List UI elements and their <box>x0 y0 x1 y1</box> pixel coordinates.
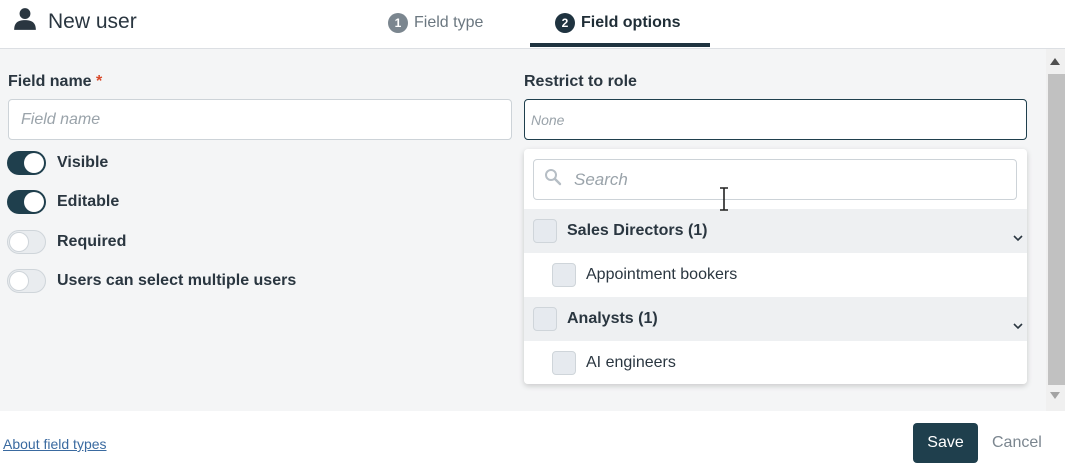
field-name-label: Field name * <box>8 73 102 91</box>
role-group-label: Sales Directors (1) <box>567 222 708 239</box>
editable-label: Editable <box>57 193 120 210</box>
field-name-placeholder: Field name <box>21 110 101 128</box>
chevron-down-icon[interactable] <box>1013 229 1023 247</box>
checkbox[interactable] <box>552 351 576 375</box>
about-field-types-link[interactable]: About field types <box>3 436 107 452</box>
visible-label: Visible <box>57 154 109 171</box>
user-icon <box>12 6 38 37</box>
save-button[interactable]: Save <box>913 423 978 463</box>
scrollbar-thumb[interactable] <box>1048 74 1065 385</box>
multiple-users-toggle-row[interactable]: Users can select multiple users <box>7 269 296 293</box>
role-group-analysts[interactable]: Analysts (1) <box>524 297 1027 341</box>
scroll-down-icon[interactable] <box>1050 392 1060 399</box>
header: New user 1 Field type 2 Field options <box>0 0 1065 49</box>
scroll-up-icon[interactable] <box>1050 58 1060 65</box>
tab-field-type[interactable]: 1 Field type <box>388 0 530 46</box>
checkbox[interactable] <box>552 263 576 287</box>
visible-toggle-row[interactable]: Visible <box>7 151 108 175</box>
role-group-label: Analysts (1) <box>567 310 658 327</box>
steps-nav: 1 Field type 2 Field options <box>388 0 710 49</box>
page-title: New user <box>48 9 137 33</box>
dropdown-search-placeholder: Search <box>574 169 628 189</box>
restrict-role-placeholder: None <box>531 111 565 128</box>
role-group-sales-directors[interactable]: Sales Directors (1) <box>524 209 1027 253</box>
multiple-users-toggle[interactable] <box>7 269 46 293</box>
visible-toggle[interactable] <box>7 151 46 175</box>
toggle-knob <box>9 232 29 252</box>
scrollbar[interactable] <box>1046 49 1065 411</box>
editable-toggle[interactable] <box>7 190 46 214</box>
toggle-knob <box>24 153 44 173</box>
role-item-appointment-bookers[interactable]: Appointment bookers <box>524 253 1027 297</box>
toggle-knob <box>24 192 44 212</box>
step-number-2: 2 <box>555 13 575 33</box>
required-mark: * <box>96 73 103 90</box>
cancel-button[interactable]: Cancel <box>992 423 1042 463</box>
tab-field-type-label: Field type <box>414 14 484 31</box>
toggle-knob <box>9 271 29 291</box>
field-name-label-text: Field name <box>8 73 92 90</box>
editable-toggle-row[interactable]: Editable <box>7 190 119 214</box>
checkbox[interactable] <box>533 307 557 331</box>
role-item-label: AI engineers <box>586 354 676 371</box>
required-label: Required <box>57 233 127 250</box>
tab-field-options-label: Field options <box>581 14 681 31</box>
role-item-ai-engineers[interactable]: AI engineers <box>524 341 1027 384</box>
text-cursor-icon <box>718 187 730 216</box>
restrict-role-select[interactable]: None <box>524 99 1027 140</box>
step-number-1: 1 <box>388 13 408 33</box>
restrict-role-label: Restrict to role <box>524 73 637 90</box>
multiple-users-label: Users can select multiple users <box>57 272 297 289</box>
required-toggle[interactable] <box>7 230 46 254</box>
checkbox[interactable] <box>533 219 557 243</box>
active-tab-indicator <box>530 43 710 47</box>
role-dropdown: Search Sales Directors (1) Appointment b… <box>524 149 1027 384</box>
dropdown-search-input[interactable]: Search <box>533 159 1017 200</box>
role-item-label: Appointment bookers <box>586 266 738 283</box>
required-toggle-row[interactable]: Required <box>7 230 126 254</box>
search-icon <box>544 168 562 191</box>
chevron-down-icon[interactable] <box>1013 317 1023 335</box>
title-area: New user <box>12 6 137 37</box>
tab-field-options[interactable]: 2 Field options <box>530 0 710 46</box>
field-name-input[interactable]: Field name <box>8 99 512 140</box>
